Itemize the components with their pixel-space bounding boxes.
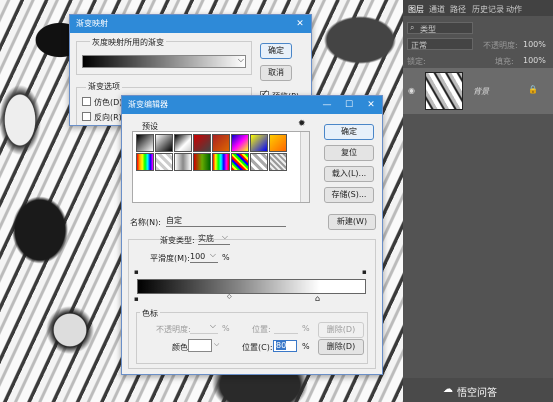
chevron-down-icon[interactable]: ⌵ [214, 340, 219, 349]
preset-swatch[interactable] [212, 134, 230, 152]
layer-row-background[interactable]: ◉ 背景 🔒 [403, 68, 553, 114]
preset-swatch[interactable] [155, 134, 173, 152]
lock-icon: 🔒 [528, 85, 538, 94]
dialog-title: 渐变映射 [76, 19, 108, 28]
load-button[interactable]: 载入(L)... [324, 166, 374, 182]
opacity-stop-right[interactable]: ▪ [362, 268, 367, 276]
cancel-button[interactable]: 取消 [260, 65, 292, 81]
blend-mode-value: 正常 [411, 41, 427, 50]
layer-filter-select[interactable]: ⌕ 类型 [407, 22, 473, 34]
preset-swatch[interactable] [269, 153, 287, 171]
tab-channels[interactable]: 通道 [429, 4, 445, 15]
reset-button[interactable]: 复位 [324, 145, 374, 161]
midpoint-diamond-icon[interactable]: ◇ [227, 293, 232, 300]
presets-grid[interactable] [132, 131, 310, 203]
layer-thumbnail [425, 72, 463, 110]
gradient-bar[interactable] [137, 279, 366, 294]
preset-swatch[interactable] [136, 153, 154, 171]
stops-group [136, 312, 368, 364]
new-button[interactable]: 新建(W) [328, 214, 376, 230]
lock-label: 锁定: [407, 57, 426, 66]
tab-history[interactable]: 历史记录 [472, 4, 504, 15]
eye-icon[interactable]: ◉ [408, 86, 415, 95]
tab-layers[interactable]: 图层 [408, 4, 424, 15]
color-location-label: 位置(C): [242, 343, 273, 352]
tab-paths[interactable]: 路径 [450, 4, 466, 15]
gradient-group-label: 灰度映射所用的渐变 [90, 37, 166, 48]
color-swatch[interactable] [188, 339, 212, 352]
fill-value[interactable]: 100% [523, 56, 546, 65]
save-button[interactable]: 存储(S)... [324, 187, 374, 203]
stop-opacity-unit: % [222, 324, 230, 333]
preset-swatch[interactable] [174, 153, 192, 171]
reverse-label: 反向(R) [94, 113, 122, 122]
layers-panel: 图层 通道 路径 历史记录 动作 ⌕ 类型 正常 不透明度: 100% 锁定: … [403, 0, 553, 402]
opacity-value[interactable]: 100% [523, 40, 546, 49]
gradient-map-titlebar: 渐变映射 ✕ [70, 15, 311, 33]
stop-opacity-label: 不透明度: [156, 325, 191, 334]
preset-swatch[interactable] [193, 134, 211, 152]
close-icon[interactable]: ✕ [289, 15, 311, 33]
blend-mode-select[interactable]: 正常 [407, 38, 473, 50]
color-stop-selected[interactable]: ⌂ [315, 294, 320, 303]
preset-swatch[interactable] [250, 134, 268, 152]
gradient-editor-titlebar: 渐变编辑器 — ☐ ✕ [122, 96, 382, 114]
color-delete-button[interactable]: 删除(D) [318, 339, 364, 355]
preset-swatch[interactable] [231, 134, 249, 152]
fill-label: 填充: [495, 57, 514, 66]
opacity-location-label: 位置: [252, 325, 271, 334]
dither-label: 仿色(D) [94, 98, 123, 107]
smoothness-unit: % [222, 253, 230, 262]
close-icon[interactable]: ✕ [360, 96, 382, 114]
minimize-icon[interactable]: — [316, 96, 338, 114]
preset-swatch[interactable] [250, 153, 268, 171]
gradient-options-label: 渐变选项 [86, 81, 122, 92]
ok-button[interactable]: 确定 [260, 43, 292, 59]
watermark-logo-icon: ☁ [443, 384, 453, 395]
gear-icon[interactable]: ✹ [298, 119, 306, 129]
color-location-input[interactable]: 80 [273, 340, 297, 352]
tab-actions[interactable]: 动作 [506, 4, 522, 15]
gradient-type-label: 渐变类型: [160, 236, 195, 245]
watermark-text: 悟空问答 [457, 388, 497, 399]
reverse-checkbox[interactable] [82, 112, 91, 121]
presets-scrollbar[interactable] [300, 132, 309, 202]
opacity-label: 不透明度: [483, 41, 518, 50]
dither-checkbox[interactable] [82, 97, 91, 106]
color-stop-left[interactable]: ▪ [134, 295, 139, 303]
preset-swatch[interactable] [155, 153, 173, 171]
preset-swatch[interactable] [174, 134, 192, 152]
stop-opacity-input[interactable] [190, 320, 218, 334]
maximize-icon[interactable]: ☐ [338, 96, 360, 114]
opacity-stop-left[interactable]: ▪ [134, 268, 139, 276]
gradient-editor-dialog: 渐变编辑器 — ☐ ✕ 预设 ✹ 确定 复位 载入(L)... 存储(S)...… [121, 95, 383, 375]
panel-footer: ☁ 悟空问答 [403, 378, 553, 402]
opacity-delete-button[interactable]: 删除(D) [318, 322, 364, 338]
name-label: 名称(N): [130, 218, 161, 227]
editor-title: 渐变编辑器 [128, 100, 168, 109]
search-icon: ⌕ [410, 23, 415, 32]
ok-button[interactable]: 确定 [324, 124, 374, 140]
filter-label: 类型 [420, 25, 436, 34]
chevron-down-icon[interactable]: ⌵ [238, 55, 244, 65]
preset-swatch[interactable] [193, 153, 211, 171]
color-location-unit: % [302, 342, 310, 351]
smoothness-label: 平滑度(M): [150, 254, 190, 263]
stops-label: 色标 [140, 308, 160, 319]
gradient-type-select[interactable]: 实底 [198, 231, 230, 245]
preset-swatch[interactable] [231, 153, 249, 171]
smoothness-input[interactable]: 100 [190, 249, 218, 263]
preset-swatch[interactable] [269, 134, 287, 152]
color-location-value: 80 [276, 341, 287, 350]
preset-swatch[interactable] [212, 153, 230, 171]
name-field[interactable]: 自定 [166, 215, 286, 227]
opacity-location-input[interactable] [274, 322, 298, 334]
layer-name[interactable]: 背景 [473, 86, 489, 97]
opacity-location-unit: % [302, 324, 310, 333]
gradient-preview-bar[interactable]: ⌵ [82, 55, 246, 68]
preset-swatch[interactable] [136, 134, 154, 152]
